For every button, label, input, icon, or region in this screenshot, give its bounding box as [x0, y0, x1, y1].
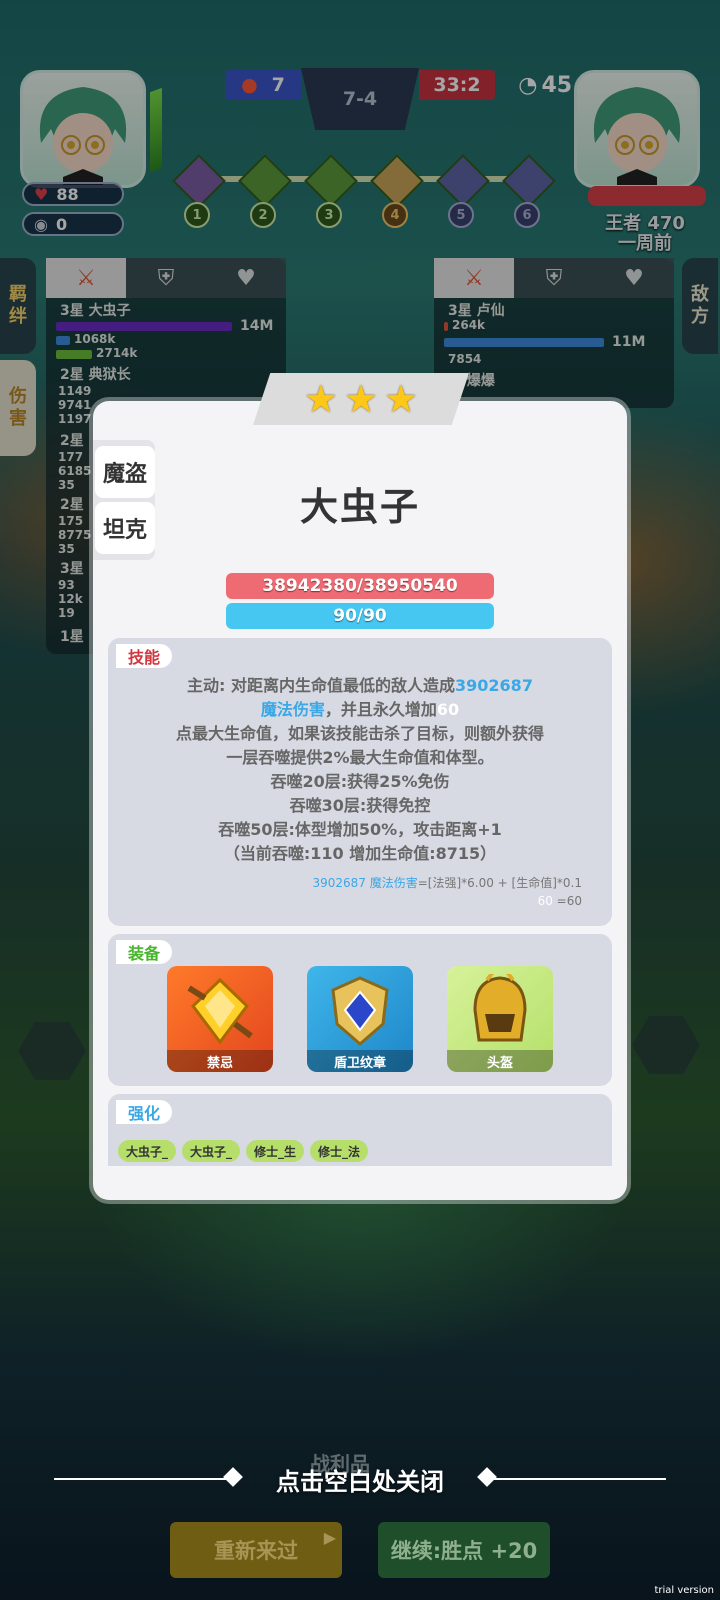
helmet-icon [473, 974, 527, 1042]
hero-name: 大虫子 [299, 485, 420, 529]
skill-line-2b: ，并且永久增加 [324, 700, 437, 719]
close-hint: 点击空白处关闭 [276, 1468, 444, 1496]
star-rating: ★ ★ ★ [253, 373, 469, 425]
trait-rogue[interactable]: 魔盗 [95, 446, 155, 498]
skill-line-4: 一层吞噬提供2%最大生命值和体型。 [226, 748, 494, 767]
skill-line-5: 吞噬20层:获得25%免伤 [270, 772, 450, 791]
equip-item-1[interactable]: 禁忌 [167, 966, 273, 1072]
formula-expr: =[法强]*6.00 + [生命值]*0.1 [417, 876, 582, 890]
shield-emblem-icon [331, 976, 389, 1046]
retry-button[interactable]: 重新来过 ▶ [170, 1522, 342, 1578]
skill-damage-value: 3902687 [455, 676, 533, 695]
retry-label: 重新来过 [214, 1539, 298, 1563]
skill-line-2: 魔法伤害，并且永久增加60 [124, 698, 596, 722]
skill-line-6: 吞噬30层:获得免控 [289, 796, 431, 815]
skill-hp-gain: 60 [436, 700, 460, 719]
skill-description: 主动: 对距离内生命值最低的敌人造成3902687 魔法伤害，并且永久增加60 … [124, 674, 596, 866]
enhancement-chip-1[interactable]: 大虫子_ [118, 1140, 177, 1162]
video-icon: ▶ [323, 1528, 336, 1547]
equip-item-2-label: 盾卫纹章 [307, 1050, 413, 1072]
skill-line-8: （当前吞噬:110 增加生命值:8715） [223, 844, 497, 863]
skill-tag: 技能 [116, 644, 173, 668]
skill-line-1: 主动: 对距离内生命值最低的敌人造成3902687 [124, 674, 596, 698]
skill-line-7: 吞噬50层:体型增加50%，攻击距离+1 [218, 820, 502, 839]
skill-formula: 3902687 魔法伤害=[法强]*6.00 + [生命值]*0.1 60 =6… [312, 874, 582, 910]
skill-damage-type: 魔法伤害 [260, 700, 325, 719]
equip-item-3[interactable]: 头盔 [447, 966, 553, 1072]
trait-list: 魔盗 坦克 [93, 440, 155, 560]
gem-chain-icon [187, 977, 253, 1045]
equip-item-3-label: 头盔 [447, 1050, 553, 1072]
formula-line-1: 3902687 魔法伤害=[法强]*6.00 + [生命值]*0.1 [312, 874, 582, 892]
hero-mana-bar: 90/90 [226, 603, 494, 629]
skill-line-3: 点最大生命值，如果该技能击杀了目标，则额外获得 [175, 724, 544, 743]
star-icon: ★ [384, 377, 419, 421]
formula-hp-result: =60 [552, 894, 582, 908]
enhancement-tag: 强化 [116, 1100, 173, 1124]
skill-section: 技能 主动: 对距离内生命值最低的敌人造成3902687 魔法伤害，并且永久增加… [108, 638, 612, 926]
hero-hp-bar: 38942380/38950540 [226, 573, 494, 599]
star-icon: ★ [303, 377, 338, 421]
equipment-tag: 装备 [116, 940, 173, 964]
equip-item-1-label: 禁忌 [167, 1050, 273, 1072]
continue-label: 继续:胜点 +20 [390, 1539, 538, 1563]
formula-line-2: 60 =60 [312, 892, 582, 910]
formula-hp: 60 [537, 894, 553, 908]
skill-line-1a: 主动: 对距离内生命值最低的敌人造成 [187, 676, 456, 695]
enhancement-chip-2[interactable]: 大虫子_ [182, 1140, 241, 1162]
enhancement-section: 强化 大虫子_ 大虫子_ 修士_生 修士_法 [108, 1094, 612, 1166]
trial-watermark: trial version [654, 1585, 714, 1596]
trait-tank[interactable]: 坦克 [95, 502, 155, 554]
enhancement-chip-3[interactable]: 修士_生 [246, 1140, 305, 1162]
equipment-section: 装备 禁忌 盾卫纹章 头盔 [108, 934, 612, 1086]
enhancement-chip-4[interactable]: 修士_法 [310, 1140, 369, 1162]
continue-button[interactable]: 继续:胜点 +20 [378, 1522, 550, 1578]
enhancement-list: 大虫子_ 大虫子_ 修士_生 修士_法 [118, 1140, 369, 1162]
formula-damage: 3902687 魔法伤害 [312, 876, 418, 890]
equip-item-2[interactable]: 盾卫纹章 [307, 966, 413, 1072]
star-icon: ★ [343, 377, 379, 421]
